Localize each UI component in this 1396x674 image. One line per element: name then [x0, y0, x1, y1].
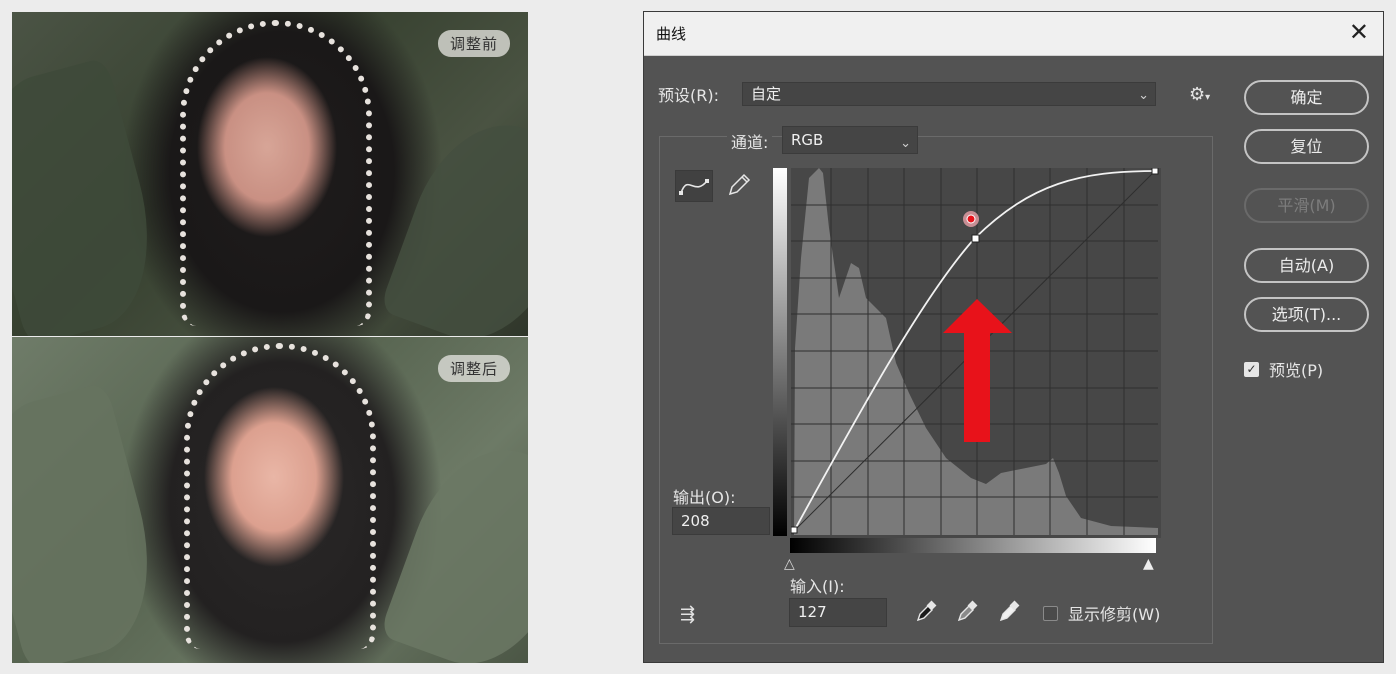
preset-label: 预设(R): [658, 86, 719, 105]
chevron-down-icon: ⌄ [900, 136, 911, 151]
leaf-right [378, 102, 528, 336]
smooth-button[interactable]: 平滑(M) [1244, 188, 1369, 223]
hand-target-icon[interactable]: ⇶ [680, 604, 695, 625]
before-photo: 调整前 [12, 12, 528, 336]
white-point-slider[interactable]: ▲ [1143, 556, 1154, 572]
output-label: 输出(O): [673, 488, 736, 507]
curve-point-tool[interactable] [675, 170, 713, 202]
channel-value: RGB [791, 131, 824, 149]
curve-point-selected[interactable] [971, 234, 980, 243]
show-clipping-checkbox[interactable] [1043, 606, 1058, 621]
pencil-icon [728, 173, 751, 196]
preview-label: 预览(P) [1269, 361, 1324, 380]
show-clipping-label: 显示修剪(W) [1068, 605, 1161, 624]
curves-dialog: 曲线 ✕ 预设(R): 自定 ⌄ ⚙▾ 通道: RGB ⌄ △ ▲ 输出(O):… [643, 11, 1384, 663]
auto-button[interactable]: 自动(A) [1244, 248, 1369, 283]
output-gradient-bar [773, 168, 787, 536]
scarf-pattern [180, 20, 372, 326]
input-label: 输入(I): [790, 577, 845, 596]
curve-tool-icon [679, 179, 709, 195]
cursor-dot [966, 214, 976, 224]
black-eyedropper-icon[interactable] [914, 600, 938, 624]
leaf-left [12, 57, 174, 336]
dialog-title: 曲线 [656, 25, 687, 43]
preset-value: 自定 [751, 85, 782, 103]
pencil-tool[interactable] [724, 172, 752, 200]
curve-point-white[interactable] [1151, 168, 1159, 175]
input-gradient-bar [790, 538, 1156, 553]
gray-eyedropper-icon[interactable] [955, 600, 979, 624]
dialog-titlebar: 曲线 ✕ [644, 12, 1383, 56]
curve-graph[interactable] [791, 168, 1161, 538]
preset-select[interactable]: 自定 ⌄ [742, 82, 1156, 106]
reset-button[interactable]: 复位 [1244, 129, 1369, 164]
close-icon[interactable]: ✕ [1349, 18, 1369, 46]
leaf-left [12, 382, 174, 663]
after-label: 调整后 [437, 355, 510, 382]
channel-label: 通道: [727, 129, 773, 153]
curve-point-black[interactable] [791, 526, 798, 534]
gear-icon[interactable]: ⚙▾ [1189, 84, 1210, 105]
ok-button[interactable]: 确定 [1244, 80, 1369, 115]
channel-select[interactable]: RGB ⌄ [782, 126, 918, 154]
preview-checkbox[interactable]: ✓ [1244, 362, 1259, 377]
before-label: 调整前 [437, 30, 510, 57]
black-point-slider[interactable]: △ [784, 556, 795, 572]
leaf-right [378, 427, 528, 663]
input-field[interactable]: 127 [789, 598, 887, 627]
chevron-down-icon: ⌄ [1138, 88, 1149, 103]
white-eyedropper-icon[interactable] [997, 600, 1021, 624]
output-field[interactable]: 208 [672, 507, 770, 535]
scarf-pattern [184, 343, 376, 649]
options-button[interactable]: 选项(T)... [1244, 297, 1369, 332]
after-photo: 调整后 [12, 337, 528, 663]
